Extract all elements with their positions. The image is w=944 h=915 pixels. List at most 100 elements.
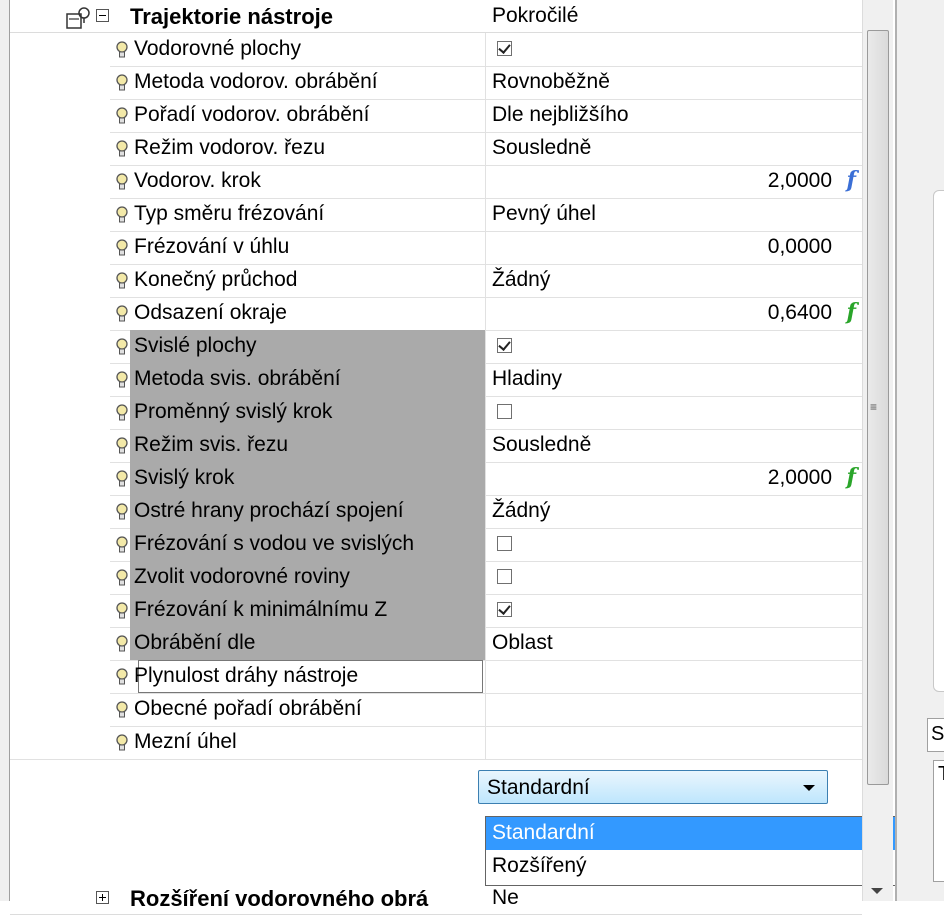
column-divider [485,660,486,693]
right-pane-panel [933,190,944,692]
row-gutter [10,99,110,132]
property-row[interactable]: Svislé plochy [10,330,862,364]
row-gutter [10,396,110,429]
property-bulb-icon [116,338,128,355]
column-divider [485,264,486,297]
property-row[interactable]: Obecné pořadí obrábění [10,693,862,727]
column-divider [485,198,486,231]
property-checkbox[interactable] [497,569,512,584]
property-value[interactable]: Sousledně [492,433,591,457]
property-name: Pořadí vodorov. obrábění [134,103,370,126]
column-divider [485,330,486,363]
property-value[interactable]: Žádný [492,268,550,292]
property-row[interactable]: Vodorov. krok 2,0000 f [10,165,862,199]
property-row[interactable]: Svislý krok 2,0000 f [10,462,862,496]
column-divider [485,396,486,429]
row-gutter [10,165,110,198]
grip-icon: ≡ [870,400,878,414]
property-checkbox[interactable] [497,404,512,419]
column-divider [485,132,486,165]
property-row[interactable]: Frézování s vodou ve svislých [10,528,862,562]
property-name: Mezní úhel [134,730,237,753]
column-divider [485,231,486,264]
property-bulb-icon [116,404,128,421]
property-bulb-icon [116,272,128,289]
property-number[interactable]: 0,6400 [768,301,832,325]
property-value[interactable]: Sousledně [492,136,591,160]
property-checkbox[interactable] [497,536,512,551]
row-gutter [10,330,110,363]
property-name: Odsazení okraje [134,301,287,324]
property-value[interactable]: Dle nejbližšího [492,103,629,127]
row-gutter [10,429,110,462]
property-row[interactable]: Odsazení okraje 0,6400 f [10,297,862,331]
group-header-next[interactable]: Rozšíření vodorovného obrá Ne [10,882,862,915]
property-row[interactable]: Zvolit vodorovné roviny [10,561,862,595]
scroll-down-icon[interactable] [871,888,883,894]
property-value[interactable]: Oblast [492,631,553,655]
property-bulb-icon [116,239,128,256]
property-value[interactable]: Rovnoběžně [492,70,610,94]
property-row[interactable]: Plynulost dráhy nástroje [10,660,862,694]
property-value[interactable]: Pevný úhel [492,202,596,226]
row-gutter [10,297,110,330]
property-bulb-icon [116,305,128,322]
property-row[interactable]: Režim vodorov. řezu Sousledně [10,132,862,166]
expand-toggle-icon[interactable] [96,891,109,904]
property-name: Svislý krok [134,466,235,489]
row-gutter [10,561,110,594]
next-group-value[interactable]: Ne [492,886,519,910]
column-divider [485,33,486,66]
property-value[interactable]: Žádný [492,499,550,523]
property-row[interactable]: Vodorovné plochy [10,33,862,67]
property-checkbox[interactable] [497,338,512,353]
property-row[interactable]: Ostré hrany prochází spojení Žádný [10,495,862,529]
group-value[interactable]: Pokročilé [492,4,578,28]
property-row[interactable]: Metoda vodorov. obrábění Rovnoběžně [10,66,862,100]
property-bulb-icon [116,701,128,718]
property-value[interactable]: Hladiny [492,367,562,391]
right-pane-list[interactable]: T [933,760,944,882]
property-number[interactable]: 2,0000 [768,466,832,490]
property-row[interactable]: Režim svis. řezu Sousledně [10,429,862,463]
column-divider [485,99,486,132]
property-name: Frézování v úhlu [134,235,290,258]
row-gutter [10,495,110,528]
property-row[interactable]: Mezní úhel [10,726,862,760]
collapse-toggle-icon[interactable] [96,9,109,22]
property-row[interactable]: Proměnný svislý krok [10,396,862,430]
property-checkbox[interactable] [497,41,512,56]
formula-icon[interactable]: f [847,299,856,325]
property-row[interactable]: Obrábění dle Oblast [10,627,862,661]
property-bulb-icon [116,74,128,91]
property-name: Metoda vodorov. obrábění [134,70,378,93]
row-gutter [10,264,110,297]
column-divider [485,66,486,99]
property-number[interactable]: 0,0000 [768,235,832,259]
column-divider [485,561,486,594]
property-row[interactable]: Konečný průchod Žádný [10,264,862,298]
property-number[interactable]: 2,0000 [768,169,832,193]
group-header-tool-trajectory[interactable]: Trajektorie nástroje Pokročilé [10,0,862,33]
property-name: Režim vodorov. řezu [134,136,326,159]
property-row[interactable]: Metoda svis. obrábění Hladiny [10,363,862,397]
right-pane-tab[interactable]: Sle [927,718,944,752]
row-gutter [10,363,110,396]
row-gutter [10,627,110,660]
smoothness-combobox[interactable]: Standardní [478,770,828,804]
property-row[interactable]: Frézování v úhlu 0,0000 [10,231,862,265]
property-bulb-icon [116,437,128,454]
property-row[interactable]: Typ směru frézování Pevný úhel [10,198,862,232]
chevron-down-icon[interactable] [803,785,815,791]
property-row[interactable]: Pořadí vodorov. obrábění Dle nejbližšího [10,99,862,133]
formula-icon[interactable]: f [847,464,856,490]
property-checkbox[interactable] [497,602,512,617]
property-name: Zvolit vodorovné roviny [134,565,350,588]
column-divider [485,528,486,561]
formula-icon[interactable]: f [847,167,856,193]
property-name: Konečný průchod [134,268,298,291]
vertical-scrollbar[interactable]: ≡ [862,0,893,901]
property-bulb-icon [116,536,128,553]
property-bulb-icon [116,635,128,652]
property-row[interactable]: Frézování k minimálnímu Z [10,594,862,628]
